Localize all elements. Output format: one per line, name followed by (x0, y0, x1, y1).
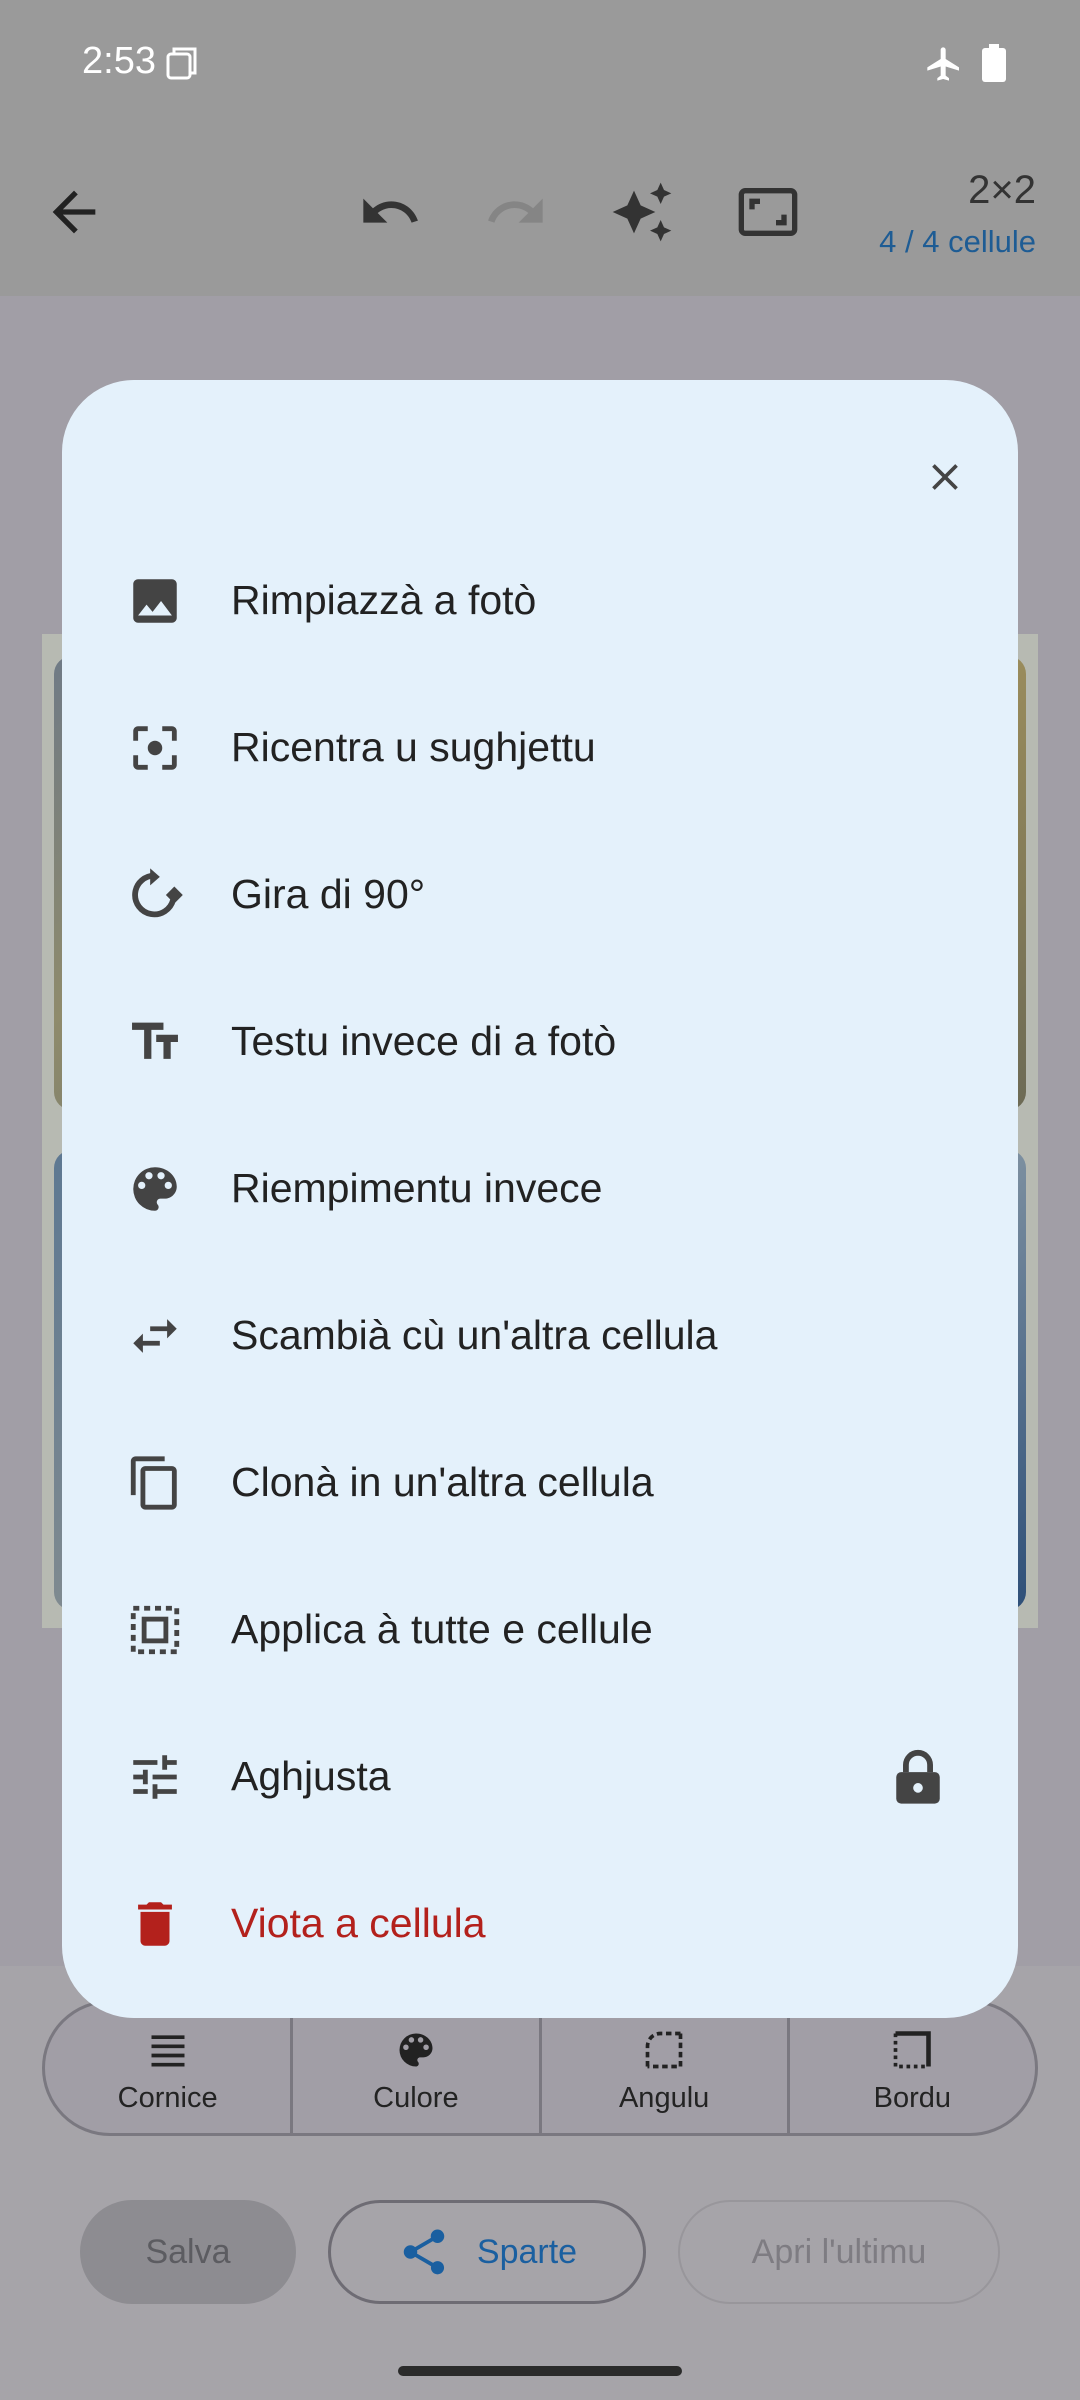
frame-lines-icon (151, 2034, 185, 2066)
menu-item-label: Ricentra u sughjettu (231, 724, 596, 770)
menu-item-swap-cell[interactable]: Scambià cù un'altra cellula (62, 1262, 1018, 1409)
close-icon (932, 464, 958, 490)
palette-icon (133, 1166, 177, 1211)
swap-icon (133, 1318, 177, 1353)
segment-bordu[interactable]: Bordu (790, 2003, 1035, 2133)
center-focus-icon (133, 725, 177, 770)
menu-item-adjust[interactable]: Aghjusta (62, 1703, 1018, 1850)
lock-icon (896, 1749, 940, 1804)
sparkle-icon[interactable] (610, 180, 674, 244)
save-button[interactable]: Salva (80, 2200, 296, 2304)
menu-item-label: Applica à tutte e cellule (231, 1606, 653, 1652)
menu-item-rotate-90[interactable]: Gira di 90° (62, 821, 1018, 968)
segment-label: Bordu (873, 2081, 952, 2114)
cell-options-dialog: Rimpiazzà a fotò Ricentra u sughjettu Gi… (62, 380, 1018, 2018)
menu-item-label: Rimpiazzà a fotò (231, 577, 537, 623)
menu-item-label: Riempimentu invece (231, 1165, 603, 1211)
screenshot-icon (166, 47, 197, 80)
share-button-label: Sparte (476, 2232, 578, 2271)
style-segmented-control: Cornice Culore Angulu Bordu (42, 2000, 1038, 2136)
segment-label: Angulu (618, 2081, 710, 2114)
cell-count-label: 4 / 4 cellule (879, 224, 1036, 259)
undo-icon[interactable] (358, 180, 422, 244)
select-all-icon (130, 1605, 180, 1654)
open-last-button-label: Apri l'ultimu (751, 2232, 927, 2271)
segment-culore[interactable]: Culore (293, 2003, 542, 2133)
rotate-icon (132, 867, 183, 917)
segment-cornice[interactable]: Cornice (45, 2003, 294, 2133)
share-icon (403, 2229, 445, 2275)
menu-item-label: Gira di 90° (231, 871, 426, 917)
redo-icon[interactable] (484, 180, 548, 244)
menu-item-replace-photo[interactable]: Rimpiazzà a fotò (62, 527, 1018, 674)
fullscreen-icon[interactable] (736, 180, 800, 244)
menu-item-label: Testu invece di a fotò (231, 1018, 617, 1064)
back-arrow-icon[interactable] (42, 180, 106, 244)
home-indicator[interactable] (398, 2366, 682, 2376)
status-time: 2:53 (82, 40, 156, 82)
airplane-mode-icon (927, 47, 959, 81)
share-button[interactable]: Sparte (328, 2200, 646, 2304)
open-last-button[interactable]: Apri l'ultimu (678, 2200, 1000, 2304)
segment-label: Culore (373, 2081, 459, 2114)
menu-item-label: Scambià cù un'altra cellula (231, 1312, 718, 1358)
menu-item-apply-all[interactable]: Applica à tutte e cellule (62, 1556, 1018, 1703)
top-toolbar: 2×2 4 / 4 cellule (0, 128, 1080, 296)
close-button[interactable] (900, 432, 990, 522)
image-icon (133, 578, 177, 623)
corner-icon (645, 2031, 683, 2068)
delete-icon (138, 1901, 172, 1946)
text-fields-icon (132, 1022, 178, 1059)
menu-item-text-instead[interactable]: Testu invece di a fotò (62, 968, 1018, 1115)
copy-icon (130, 1455, 177, 1510)
menu-item-fill-instead[interactable]: Riempimentu invece (62, 1115, 1018, 1262)
tune-icon (133, 1754, 177, 1799)
menu-item-recenter-subject[interactable]: Ricentra u sughjettu (62, 674, 1018, 821)
segment-angulu[interactable]: Angulu (542, 2003, 790, 2133)
palette-icon (399, 2033, 433, 2066)
menu-item-label: Clonà in un'altra cellula (231, 1459, 654, 1505)
border-icon (894, 2030, 932, 2068)
save-button-label: Salva (145, 2232, 231, 2271)
menu-item-label: Viota a cellula (231, 1900, 486, 1946)
menu-item-clone-cell[interactable]: Clonà in un'altra cellula (62, 1409, 1018, 1556)
menu-item-label: Aghjusta (231, 1753, 391, 1799)
grid-size-label: 2×2 (968, 168, 1036, 212)
status-bar: 2:53 (0, 0, 1080, 128)
battery-icon (982, 44, 1006, 82)
menu-item-empty-cell[interactable]: Viota a cellula (62, 1850, 1018, 1997)
segment-label: Cornice (117, 2081, 218, 2114)
